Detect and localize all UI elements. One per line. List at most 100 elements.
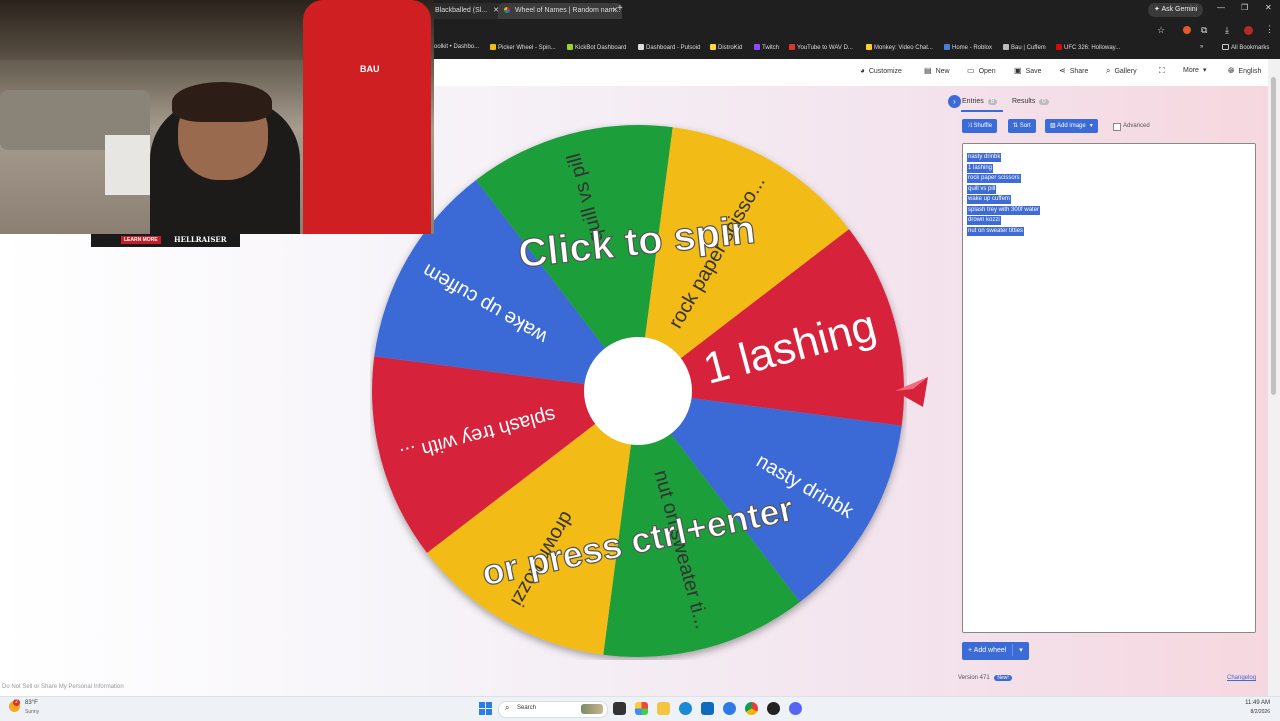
tab-wheel-of-names[interactable]: Wheel of Names | Random nam... ✕ [498, 3, 622, 19]
cam-person-hair [172, 82, 272, 122]
bookmark-item[interactable]: UFC 326: Holloway... [1056, 44, 1120, 51]
customize-button[interactable]: ◕ Customize [860, 66, 902, 75]
bookmark-icon [789, 44, 795, 50]
cam-shirt-text: BAU [360, 64, 380, 74]
settings-icon[interactable] [723, 702, 736, 715]
window-close-icon[interactable]: ✕ [1265, 3, 1272, 12]
bookmark-item[interactable]: Dashboard - Pulsoid [638, 44, 700, 51]
entry-text[interactable]: nut on sweater titties [967, 226, 1025, 236]
clock-time[interactable]: 11:49 AM [1240, 700, 1270, 706]
more-button[interactable]: More ▾ [1183, 66, 1206, 74]
wheel[interactable]: 1 lashing nasty drinbk nut on sweater ti..… [370, 123, 907, 660]
save-button[interactable]: ▣ Save [1014, 66, 1042, 75]
store-icon[interactable] [701, 702, 714, 715]
shuffle-button[interactable]: ⤨ Shuffle [962, 119, 998, 133]
add-wheel-button[interactable]: + Add wheel ▾ [962, 642, 1029, 660]
ask-gemini-button[interactable]: ✦ Ask Gemini [1148, 3, 1204, 17]
changelog-link[interactable]: Changelog [1227, 675, 1256, 681]
tab-title: Wheel of Names | Random nam... [514, 7, 621, 14]
profile-avatar[interactable] [1244, 26, 1253, 35]
advanced-checkbox[interactable] [1113, 123, 1121, 131]
bookmark-item[interactable]: YouTube to WAV D... [789, 44, 853, 51]
discord-icon[interactable] [789, 702, 802, 715]
bookmark-icon [1056, 44, 1062, 50]
bookmarks-overflow-icon[interactable]: » [1200, 44, 1203, 50]
shuffle-label: Shuffle [973, 123, 993, 129]
task-view-icon[interactable] [613, 702, 626, 715]
bookmark-item[interactable]: Home - Roblox [944, 44, 992, 51]
entries-count-badge: 8 [987, 99, 998, 105]
more-label: More [1183, 67, 1199, 74]
entries-list: nasty drinbk 1 lashing rock paper scissors… [963, 144, 1255, 238]
share-button[interactable]: ⋖ Share [1059, 66, 1088, 75]
taskbar-search[interactable]: ⌕ Search [498, 701, 608, 718]
tab-entries[interactable]: Entries 8 [962, 98, 998, 105]
bookmark-label: DistroKid [718, 45, 743, 51]
edge-icon[interactable] [679, 702, 692, 715]
add-image-button[interactable]: ▨ Add image ▾ [1045, 119, 1098, 133]
bookmark-icon [1003, 44, 1009, 50]
bookmark-item[interactable]: KickBot Dashboard [567, 44, 626, 51]
bookmark-label: YouTube to WAV D... [797, 45, 853, 51]
open-button[interactable]: ▭ Open [967, 66, 996, 75]
page-scrollbar[interactable] [1268, 59, 1280, 696]
all-bookmarks-button[interactable]: All Bookmarks [1222, 44, 1269, 51]
wheel-svg[interactable]: 1 lashingnasty drinbknut on sweater ti..… [370, 123, 907, 660]
globe-icon: 🌐︎ [1228, 66, 1235, 75]
minimize-icon[interactable]: — [1217, 3, 1225, 12]
results-count-badge: 0 [1039, 99, 1049, 105]
bookmark-item[interactable]: oolkit • Dashbo... [434, 44, 479, 50]
new-tab-button[interactable]: + [617, 3, 623, 14]
bookmark-item[interactable]: Monkey: Video Chat... [866, 44, 933, 51]
extension-icon[interactable] [1183, 26, 1191, 34]
bookmark-icon [567, 44, 573, 50]
windows-start-icon[interactable] [479, 702, 492, 715]
bookmark-icon [490, 44, 496, 50]
chrome-icon[interactable] [745, 702, 758, 715]
bookmark-item[interactable]: Picker Wheel - Spin... [490, 44, 556, 51]
bookmark-icon [754, 44, 760, 50]
tab-results[interactable]: Results 0 [1012, 98, 1049, 105]
star-bookmark-icon[interactable]: ☆ [1157, 25, 1165, 36]
wheel-center-hub[interactable] [584, 337, 692, 445]
new-badge: New! [994, 675, 1012, 681]
chevron-down-icon[interactable]: ▾ [1019, 647, 1023, 654]
collapse-sidebar-button[interactable]: › [948, 95, 961, 108]
weather-temp[interactable]: 83°F [25, 700, 38, 706]
do-not-sell-link[interactable]: Do Not Sell or Share My Personal Informa… [2, 684, 124, 690]
extensions-puzzle-icon[interactable]: ⧉ [1201, 25, 1207, 36]
bookmark-label: UFC 326: Holloway... [1064, 45, 1121, 51]
bookmark-label: Picker Wheel - Spin... [498, 45, 556, 51]
file-explorer-icon[interactable] [657, 702, 670, 715]
sort-button[interactable]: ⇅ Sort [1008, 119, 1036, 133]
language-button[interactable]: 🌐︎ English [1228, 66, 1261, 76]
bookmark-label: oolkit • Dashbo... [434, 44, 480, 50]
version-text: Version 471 New! [958, 675, 1012, 681]
folder-icon [1222, 44, 1229, 50]
app-icon[interactable] [767, 702, 780, 715]
active-tab-indicator [961, 110, 1003, 112]
download-icon[interactable]: ⤓ [1225, 25, 1229, 36]
advanced-label: Advanced [1123, 123, 1150, 129]
weather-badge: 2 [13, 699, 20, 706]
clock-date[interactable]: 8/2/2026 [1240, 709, 1270, 715]
image-icon: ▨ [1050, 123, 1058, 129]
gallery-button[interactable]: ⌕ Gallery [1106, 66, 1137, 76]
bookmark-item[interactable]: Twitch [754, 44, 779, 51]
copilot-icon[interactable] [635, 702, 648, 715]
fullscreen-button[interactable]: ⛶ [1159, 66, 1169, 76]
results-tab-label: Results [1012, 98, 1036, 105]
bookmark-item[interactable]: DistroKid [710, 44, 742, 51]
entries-textarea[interactable]: nasty drinbk 1 lashing rock paper scissors… [962, 143, 1256, 633]
search-icon: ⌕ [1106, 66, 1111, 75]
browser-menu-icon[interactable]: ⋮ [1265, 24, 1274, 35]
cam-person-right [303, 0, 431, 234]
new-button[interactable]: ▤ New [924, 66, 950, 75]
scrollbar-thumb[interactable] [1271, 77, 1276, 395]
cam-trashcan [105, 135, 150, 195]
bookmark-item[interactable]: Bau | Cuffem [1003, 44, 1046, 51]
bookmark-label: Dashboard - Pulsoid [646, 45, 701, 51]
entry-line: splash trey with 300f water [967, 202, 1251, 215]
maximize-icon[interactable]: ❐ [1241, 3, 1248, 12]
tab-blackballed[interactable]: Blackballed (Sl... ✕ [429, 3, 503, 19]
